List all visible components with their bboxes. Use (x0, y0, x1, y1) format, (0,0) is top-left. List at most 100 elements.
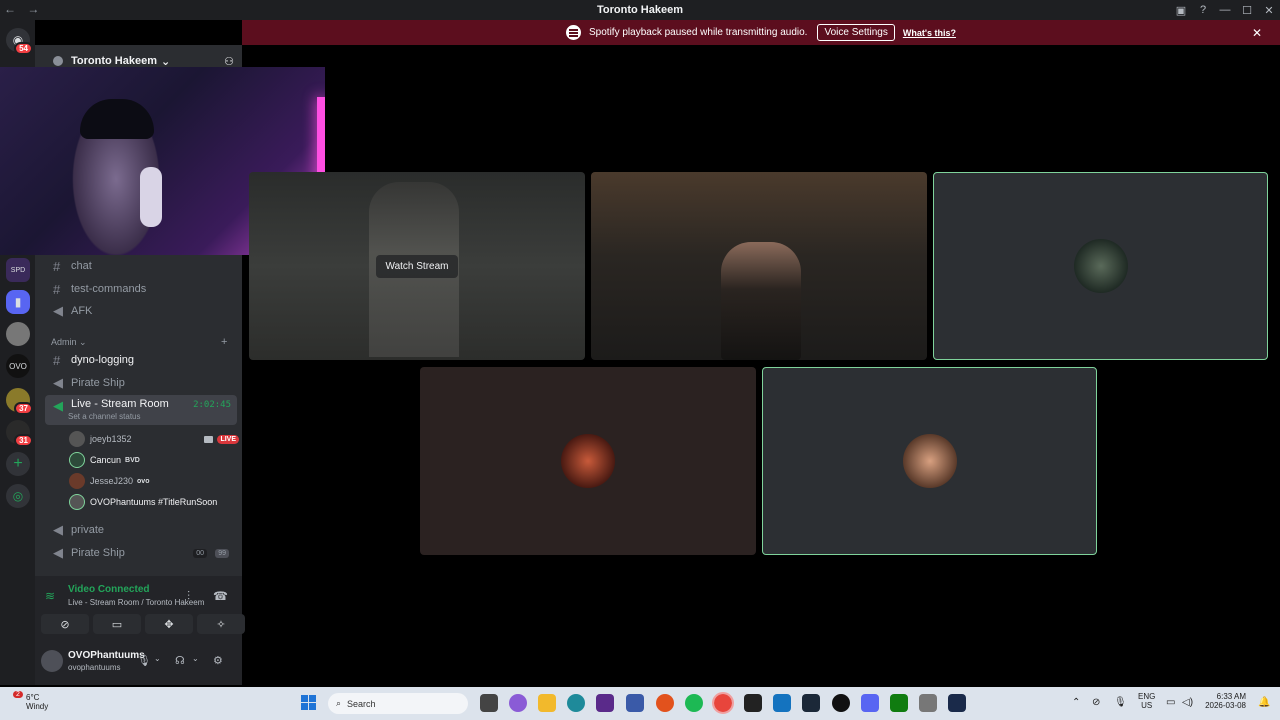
category-label: Admin (51, 337, 77, 347)
video-tile-webcam[interactable] (591, 172, 927, 360)
server-icon-speed[interactable]: SPD (6, 258, 30, 282)
category-admin[interactable]: Admin ⌄ + (51, 336, 227, 348)
clock[interactable]: 6:33 AM 2026-03-08 (1205, 692, 1246, 710)
app-icon[interactable] (626, 694, 644, 712)
app-icon[interactable] (773, 694, 791, 712)
channel-live-stream-room[interactable]: ◀ Live - Stream Room 2:02:45 Set a chann… (45, 395, 237, 425)
kick-icon[interactable] (596, 694, 614, 712)
avatar[interactable] (41, 650, 63, 672)
discord-icon[interactable] (861, 694, 879, 712)
chevron-down-icon: ⌄ (160, 55, 171, 68)
network-off-icon[interactable]: ⊘ (1092, 697, 1100, 708)
voice-status[interactable]: Video Connected (68, 584, 150, 595)
display-icon[interactable]: ▭ (1166, 697, 1175, 708)
temperature: 6°C (26, 693, 40, 702)
discover-icon[interactable]: ◎ (6, 484, 30, 508)
gear-icon[interactable]: ⚙ (213, 654, 223, 667)
participant-tile-ovophantuums[interactable] (762, 367, 1097, 555)
direct-messages-icon[interactable]: ◉ 54 (6, 28, 33, 55)
notification-badge: 2 (13, 691, 23, 698)
soundboard-button[interactable]: ✧ (197, 614, 245, 634)
edge-icon[interactable] (567, 694, 585, 712)
close-banner-icon[interactable]: ✕ (1252, 26, 1262, 40)
inbox-icon[interactable]: ▣ (1170, 4, 1192, 17)
microphone-icon[interactable]: 🎙 (137, 654, 151, 667)
camera-off-button[interactable]: ⊘ (41, 614, 89, 634)
voice-user[interactable]: joeyb1352 LIVE (69, 429, 239, 449)
minimize-button[interactable]: — (1214, 4, 1236, 16)
voice-connection-panel: ≋ Video Connected Live - Stream Room / T… (35, 576, 245, 685)
voice-user[interactable]: Cancun BVD (69, 450, 239, 470)
whats-this-link[interactable]: What's this? (903, 28, 956, 38)
steam-icon[interactable] (802, 694, 820, 712)
screen-share-button[interactable]: ▭ (93, 614, 141, 634)
channel-dyno-logging[interactable]: # dyno-logging (45, 349, 237, 371)
weather-widget[interactable]: 2 6°C Windy (10, 691, 48, 711)
avatar (69, 431, 85, 447)
activities-button[interactable]: ✥ (145, 614, 193, 634)
channel-pirate-ship[interactable]: ◀ Pirate Ship (45, 372, 237, 394)
file-explorer-icon[interactable] (538, 694, 556, 712)
server-icon-37[interactable]: 37 (6, 388, 33, 415)
avatar (1073, 239, 1128, 293)
channel-pirate-ship-2[interactable]: ◀ Pirate Ship 00 99 (45, 542, 237, 564)
stream-tile-joeyb1352[interactable]: Watch Stream (249, 172, 585, 360)
app-icon[interactable] (919, 694, 937, 712)
channel-status[interactable]: Set a channel status (68, 412, 141, 421)
user-tag: BVD (125, 456, 140, 464)
maximize-button[interactable]: ☐ (1236, 4, 1258, 17)
brave-icon[interactable] (656, 694, 674, 712)
close-window-button[interactable]: ✕ (1258, 4, 1280, 17)
account-name[interactable]: OVOPhantuums (68, 650, 145, 661)
search-box[interactable]: ⌕ Search (328, 693, 468, 714)
folder-icon[interactable]: ▮ (6, 290, 30, 314)
language-indicator[interactable]: ENG US (1138, 692, 1155, 710)
participant-video (721, 242, 801, 360)
copilot-icon[interactable] (509, 694, 527, 712)
add-server-icon[interactable]: + (6, 452, 30, 476)
channel-private[interactable]: ◀ private (45, 519, 237, 541)
chevron-down-icon[interactable]: ⌄ (192, 654, 199, 663)
user-name: Cancun (90, 455, 122, 465)
streaming-app-icon[interactable] (744, 694, 762, 712)
noise-suppression-icon[interactable]: ⫶ (187, 589, 190, 604)
spotify-icon[interactable] (685, 694, 703, 712)
volume-icon[interactable]: ◁) (1182, 697, 1193, 708)
obs-icon[interactable] (832, 694, 850, 712)
chrome-icon[interactable] (712, 692, 734, 714)
participant-tile-cancun[interactable] (933, 172, 1268, 360)
task-view-icon[interactable] (480, 694, 498, 712)
server-settings-icon (53, 56, 63, 66)
app-icon[interactable] (948, 694, 966, 712)
disconnect-icon[interactable]: ☎ (213, 589, 228, 603)
headphones-icon[interactable]: ☊ (175, 654, 185, 667)
server-icon-31[interactable]: 31 (6, 420, 33, 447)
watch-stream-button[interactable]: Watch Stream (375, 254, 459, 278)
notifications-icon[interactable]: 🔔 (1258, 697, 1270, 708)
region-code: US (1141, 701, 1153, 710)
server-icon-avatar[interactable] (6, 322, 30, 346)
speaker-icon: ◀ (53, 545, 63, 560)
signal-icon[interactable]: ≋ (45, 589, 55, 603)
add-channel-icon[interactable]: + (221, 336, 227, 348)
help-icon[interactable]: ? (1192, 4, 1214, 16)
channel-label: chat (71, 260, 92, 272)
channel-test-commands[interactable]: # test-commands (45, 278, 237, 300)
avatar (69, 473, 85, 489)
invite-icon[interactable]: ⚇ (224, 55, 234, 68)
voice-user[interactable]: OVOPhantuums #TitleRunSoon (69, 492, 239, 512)
microphone-icon[interactable]: 🎙 (1114, 697, 1127, 708)
voice-user[interactable]: JesseJ230 ovo (69, 471, 239, 491)
server-icon-ovo[interactable]: OVO (6, 354, 30, 378)
spotify-icon (566, 25, 581, 40)
start-icon[interactable] (301, 695, 317, 711)
channel-chat[interactable]: # chat (45, 255, 237, 277)
chevron-up-icon[interactable]: ⌃ (1072, 697, 1080, 708)
hash-icon: # (53, 258, 61, 274)
chevron-down-icon[interactable]: ⌄ (154, 654, 161, 663)
participant-tile-jessej230[interactable] (420, 367, 756, 555)
channel-afk[interactable]: ◀ AFK (45, 300, 237, 322)
xbox-icon[interactable] (890, 694, 908, 712)
account-panel: OVOPhantuums ovophantuums 🎙 ⌄ ☊ ⌄ ⚙ (35, 642, 242, 685)
voice-settings-button[interactable]: Voice Settings (817, 24, 895, 41)
